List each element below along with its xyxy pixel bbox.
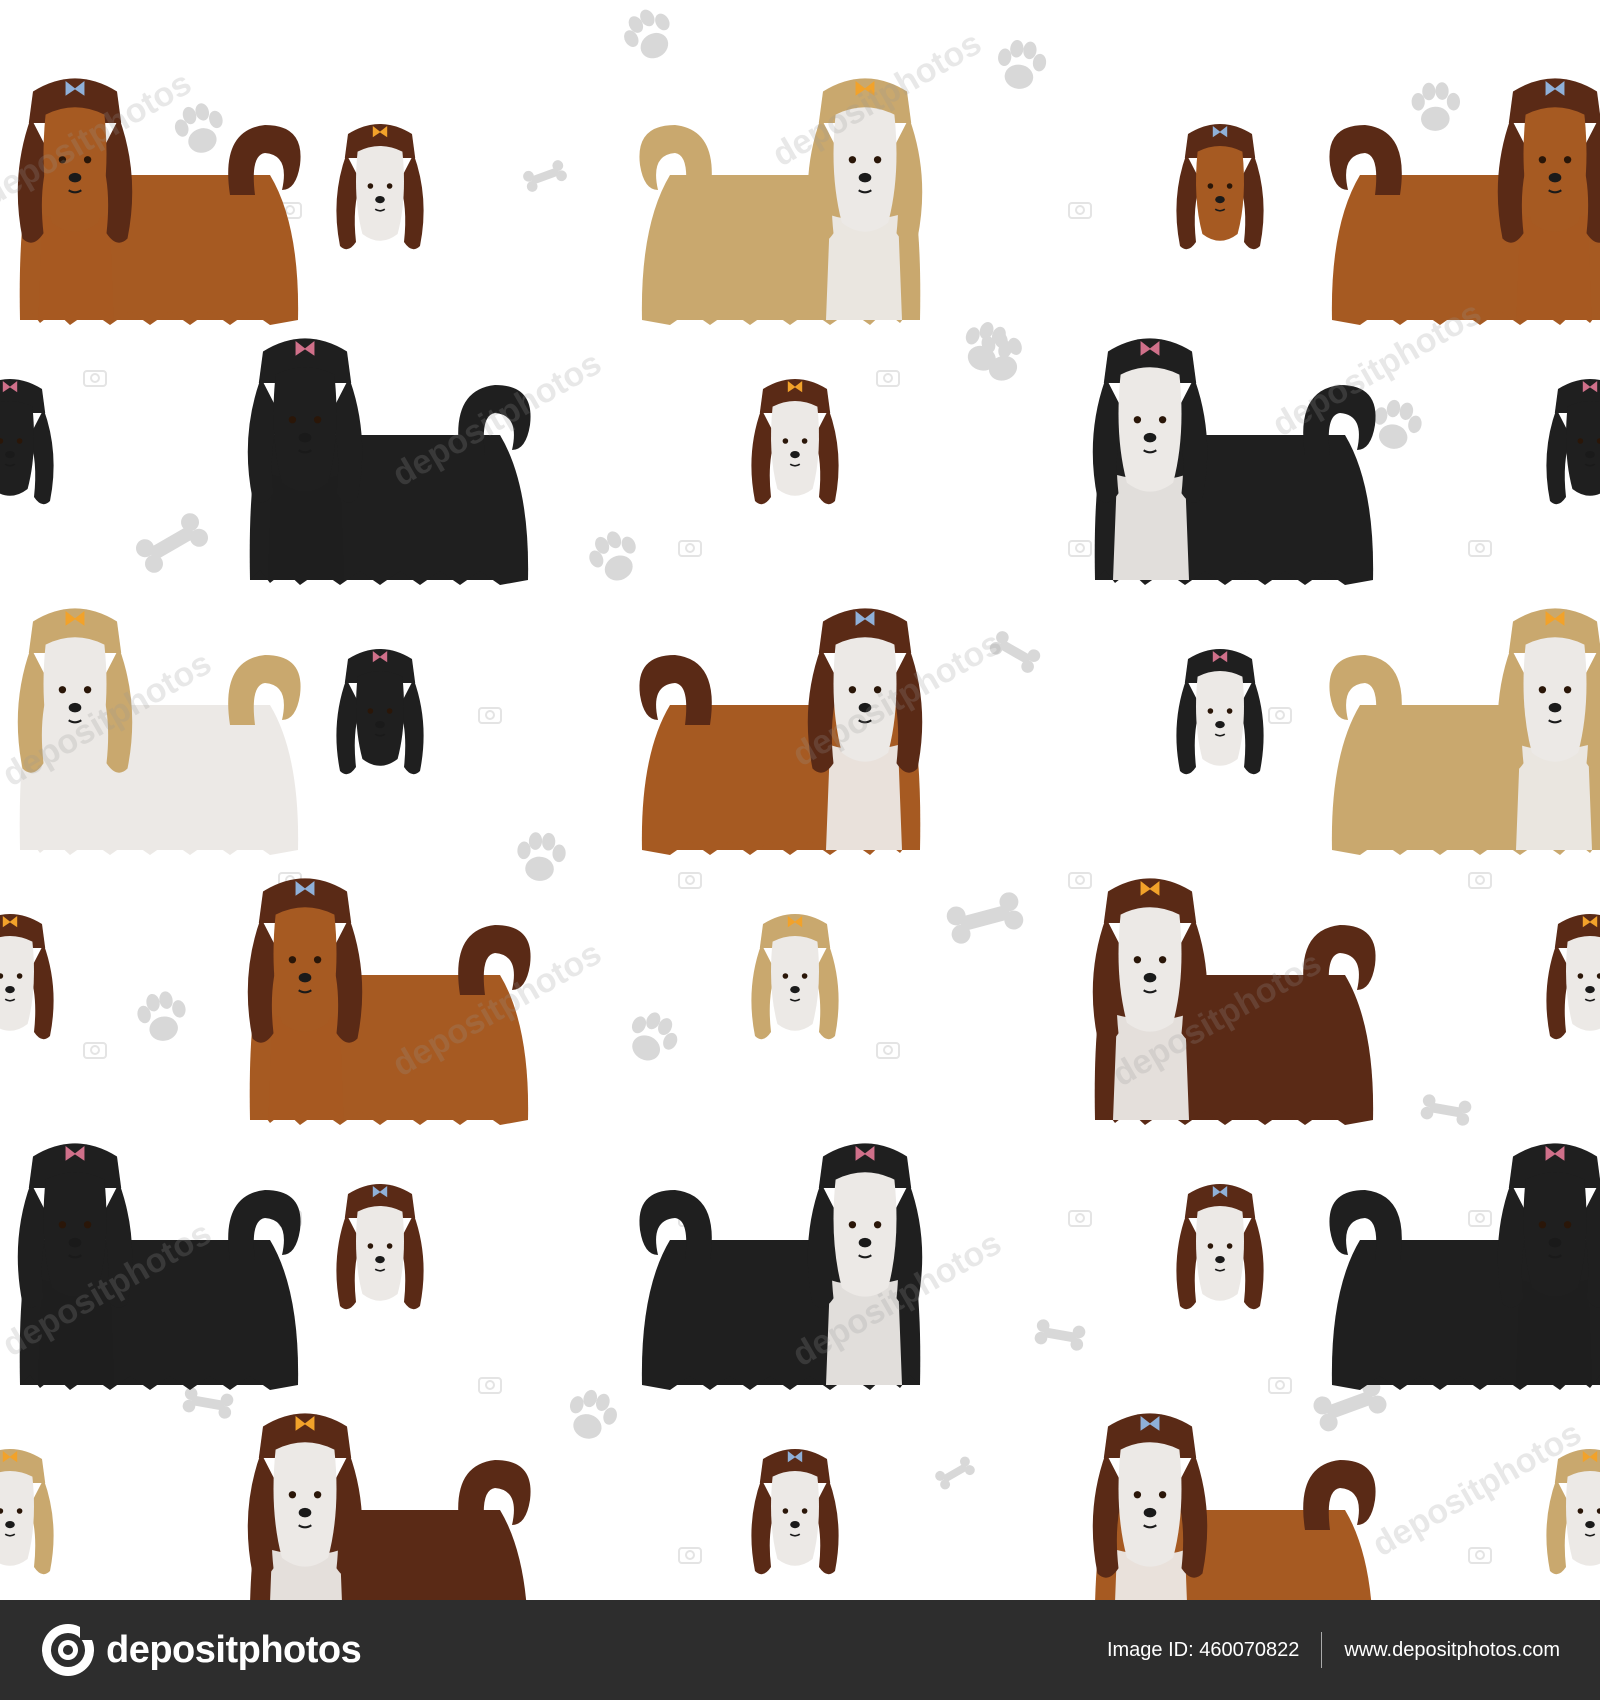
- camera-icon: [1268, 1377, 1292, 1394]
- dog-gold-white-body-edge: [17, 608, 301, 855]
- depositphotos-logo-icon: [42, 1624, 94, 1676]
- dog-red-body-edge-1: [1329, 78, 1600, 325]
- dog-head-black-white-1: [1176, 649, 1264, 775]
- footer-bar: depositphotos Image ID: 460070822 www.de…: [0, 1600, 1600, 1700]
- dog-head-black-edge-1: [0, 379, 54, 505]
- dog-black-white-body-2: [639, 1143, 923, 1390]
- dog-liver-white-body-2: [247, 1413, 531, 1600]
- dog-head-liver-white-edge: [0, 914, 54, 1040]
- paw-print-icon: [515, 831, 567, 883]
- paw-print-icon: [616, 1, 683, 68]
- bone-icon: [987, 628, 1043, 676]
- camera-icon: [678, 1547, 702, 1564]
- paw-print-icon: [134, 988, 191, 1045]
- brand-name: depositphotos: [106, 1628, 362, 1671]
- paw-print-icon: [1368, 396, 1426, 454]
- dog-red-body-2: [247, 878, 531, 1125]
- camera-icon: [1068, 540, 1092, 557]
- footer-divider: [1321, 1632, 1323, 1668]
- dog-head-black-2: [336, 649, 424, 775]
- dog-red-body-1: [17, 78, 301, 325]
- camera-icon: [1468, 872, 1492, 889]
- dog-head-red-white-2: [1176, 1184, 1264, 1310]
- camera-icon: [1468, 1547, 1492, 1564]
- bone-icon: [1419, 1093, 1473, 1127]
- dog-red-white-body-2: [1092, 1413, 1376, 1600]
- dog-head-gold-edge: [0, 1449, 54, 1575]
- dog-head-gold-1: [751, 914, 839, 1040]
- dog-head-liver-white-1: [336, 124, 424, 250]
- bone-icon: [944, 890, 1026, 946]
- dog-black-body-edge: [1329, 1143, 1600, 1390]
- camera-icon: [1468, 1210, 1492, 1227]
- bone-icon: [933, 1454, 977, 1492]
- dog-red-white-body-1: [639, 608, 923, 855]
- camera-icon: [678, 540, 702, 557]
- camera-icon: [876, 1042, 900, 1059]
- camera-icon: [83, 1042, 107, 1059]
- dog-head-liver-white-2: [751, 379, 839, 505]
- image-id: Image ID: 460070822: [1106, 1638, 1300, 1661]
- camera-icon: [1068, 202, 1092, 219]
- camera-icon: [678, 872, 702, 889]
- paw-print-icon: [620, 1005, 685, 1070]
- camera-icon: [1068, 1210, 1092, 1227]
- dog-liver-white-body-1: [1092, 878, 1376, 1125]
- camera-icon: [478, 707, 502, 724]
- paw-print-icon: [170, 98, 231, 159]
- paw-print-icon: [561, 1384, 623, 1446]
- paw-print-icon: [1410, 81, 1462, 132]
- dog-black-body-1: [247, 338, 531, 585]
- camera-icon: [876, 370, 900, 387]
- bone-icon: [181, 1386, 235, 1420]
- dog-head-red-white-1: [336, 1184, 424, 1310]
- camera-icon: [478, 1377, 502, 1394]
- shih-tzu-seamless-pattern: depositphotos depositphotos depositphotos d…: [0, 0, 1600, 1600]
- bone-icon: [132, 509, 212, 577]
- site-url[interactable]: www.depositphotos.com: [1344, 1639, 1560, 1662]
- camera-icon: [1468, 540, 1492, 557]
- bone-icon: [521, 158, 569, 194]
- dog-head-red-white-3: [751, 1449, 839, 1575]
- dogs-layer: [0, 78, 1600, 1600]
- dog-head-red-1: [1176, 124, 1264, 250]
- camera-icon: [1068, 872, 1092, 889]
- dog-black-body-2: [17, 1143, 301, 1390]
- paw-print-icon: [994, 37, 1049, 92]
- paw-print-icon: [582, 524, 647, 589]
- dog-gold-body-1: [639, 78, 923, 325]
- camera-icon: [83, 370, 107, 387]
- camera-icon: [1268, 707, 1292, 724]
- bone-icon: [1033, 1318, 1087, 1352]
- dog-head-liver-white-edge-2: [1546, 914, 1600, 1040]
- dog-black-white-body-1: [1092, 338, 1376, 585]
- image-info: Image ID: 460070822 www.depositphotos.co…: [1107, 1632, 1560, 1668]
- dog-gold-body-edge-2: [1329, 608, 1600, 855]
- brand-logo[interactable]: depositphotos: [40, 1622, 362, 1678]
- dog-head-black-edge-2: [1546, 379, 1600, 505]
- dog-head-gold-edge-2: [1546, 1449, 1600, 1575]
- pattern-svg: [0, 1, 1600, 1600]
